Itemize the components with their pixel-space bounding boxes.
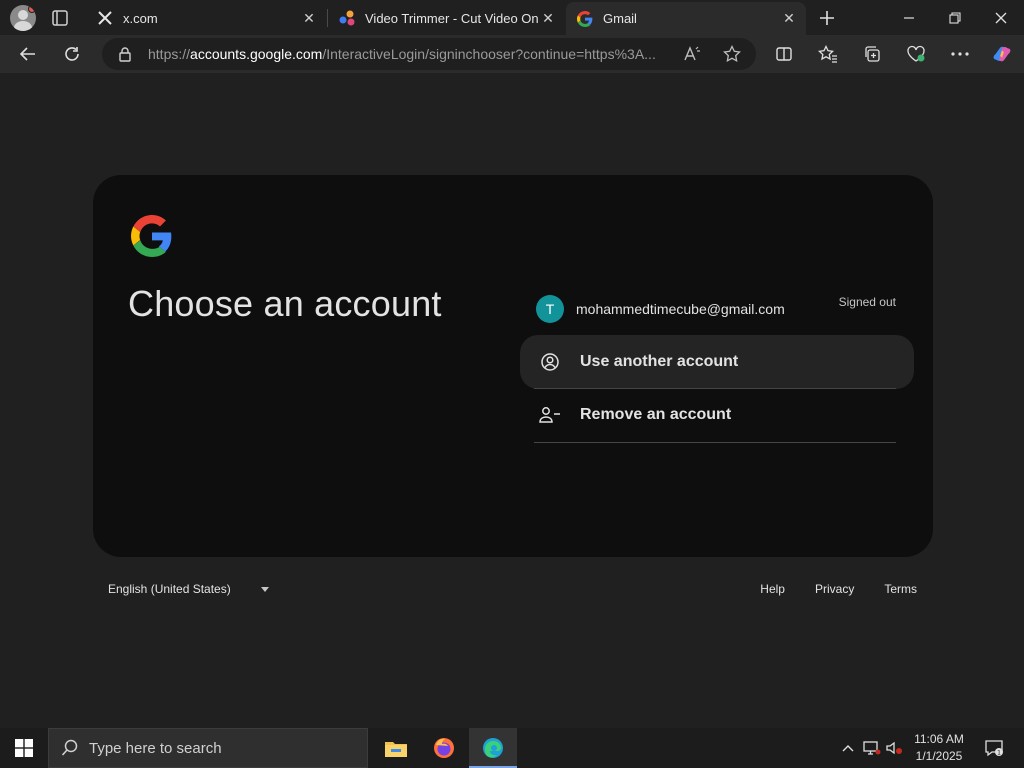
favorites-icon[interactable] bbox=[818, 44, 838, 64]
divider bbox=[534, 442, 896, 443]
refresh-icon[interactable] bbox=[58, 40, 86, 68]
svg-text:1: 1 bbox=[997, 750, 1001, 757]
account-email: mohammedtimecube@gmail.com bbox=[576, 301, 785, 317]
page-content: Choose an account T mohammedtimecube@gma… bbox=[5, 73, 1020, 725]
account-avatar: T bbox=[536, 295, 564, 323]
option-label: Remove an account bbox=[580, 406, 732, 423]
account-chooser-card: Choose an account T mohammedtimecube@gma… bbox=[93, 175, 933, 557]
chevron-down-icon bbox=[260, 586, 269, 592]
url-text: https://accounts.google.com/InteractiveL… bbox=[148, 46, 656, 62]
language-label: English (United States) bbox=[108, 582, 231, 596]
edge-icon[interactable] bbox=[469, 728, 517, 768]
google-logo-icon bbox=[131, 215, 173, 257]
restore-icon[interactable] bbox=[932, 0, 978, 35]
account-status: Signed out bbox=[838, 295, 896, 309]
more-options-icon[interactable] bbox=[950, 44, 970, 64]
tab-title: x.com bbox=[123, 10, 158, 26]
tab-strip: x.com ✕ Video Trimmer - Cut Video Online… bbox=[0, 0, 1024, 35]
option-label: Use another account bbox=[580, 353, 739, 370]
windows-start-icon[interactable] bbox=[0, 728, 48, 768]
clock-time: 11:06 AM bbox=[914, 732, 964, 746]
profile-avatar-icon[interactable] bbox=[10, 5, 36, 31]
tab-close-icon[interactable]: ✕ bbox=[300, 9, 318, 27]
windows-taskbar: Type here to search 11:06 AM 1/1/2025 1 bbox=[0, 728, 1024, 768]
taskbar-clock[interactable]: 11:06 AM 1/1/2025 bbox=[906, 731, 972, 765]
search-placeholder: Type here to search bbox=[89, 739, 222, 757]
footer-links: Help Privacy Terms bbox=[760, 582, 917, 596]
file-explorer-icon[interactable] bbox=[372, 728, 420, 768]
read-aloud-icon[interactable] bbox=[682, 44, 702, 64]
tab-video-trimmer[interactable]: Video Trimmer - Cut Video Online ✕ bbox=[328, 2, 565, 34]
help-link[interactable]: Help bbox=[760, 582, 785, 596]
search-icon bbox=[61, 739, 79, 757]
address-bar[interactable]: https://accounts.google.com/InteractiveL… bbox=[102, 38, 756, 70]
clock-date: 1/1/2025 bbox=[915, 749, 963, 763]
tab-x[interactable]: x.com ✕ bbox=[86, 2, 326, 34]
taskbar-search-box[interactable]: Type here to search bbox=[48, 728, 368, 768]
browser-toolbar: https://accounts.google.com/InteractiveL… bbox=[0, 35, 1024, 73]
tab-title: Video Trimmer - Cut Video Online bbox=[365, 10, 539, 26]
firefox-icon[interactable] bbox=[420, 728, 468, 768]
terms-link[interactable]: Terms bbox=[884, 582, 917, 596]
favorite-star-icon[interactable] bbox=[722, 44, 742, 64]
notifications-icon[interactable]: 1 bbox=[980, 728, 1008, 768]
network-icon[interactable] bbox=[862, 728, 882, 768]
tab-close-icon[interactable]: ✕ bbox=[780, 10, 798, 28]
back-arrow-icon[interactable] bbox=[14, 40, 42, 68]
minimize-icon[interactable] bbox=[886, 0, 932, 35]
lock-icon[interactable] bbox=[118, 46, 138, 62]
person-remove-icon bbox=[538, 403, 562, 427]
split-screen-icon[interactable] bbox=[774, 44, 794, 64]
use-another-account-button[interactable]: Use another account bbox=[520, 335, 914, 389]
remove-account-button[interactable]: Remove an account bbox=[520, 388, 914, 442]
chevron-up-icon[interactable] bbox=[838, 728, 858, 768]
video-trimmer-icon bbox=[338, 9, 356, 27]
privacy-link[interactable]: Privacy bbox=[815, 582, 854, 596]
tab-actions-icon[interactable] bbox=[50, 8, 70, 28]
collections-icon[interactable] bbox=[862, 44, 882, 64]
copilot-icon[interactable] bbox=[992, 44, 1012, 64]
volume-muted-icon[interactable] bbox=[884, 728, 904, 768]
tab-title: Gmail bbox=[603, 11, 637, 26]
close-window-icon[interactable] bbox=[978, 0, 1024, 35]
tab-gmail[interactable]: Gmail ✕ bbox=[566, 2, 806, 35]
x-logo-icon bbox=[96, 9, 114, 27]
account-circle-icon bbox=[538, 350, 562, 374]
account-item[interactable]: T mohammedtimecube@gmail.com Signed out bbox=[534, 293, 896, 327]
google-g-icon bbox=[576, 10, 594, 28]
language-select[interactable]: English (United States) bbox=[108, 582, 269, 596]
browser-essentials-icon[interactable] bbox=[906, 44, 926, 64]
page-title: Choose an account bbox=[128, 283, 442, 324]
new-tab-icon[interactable] bbox=[815, 6, 839, 30]
tab-close-icon[interactable]: ✕ bbox=[539, 9, 557, 27]
